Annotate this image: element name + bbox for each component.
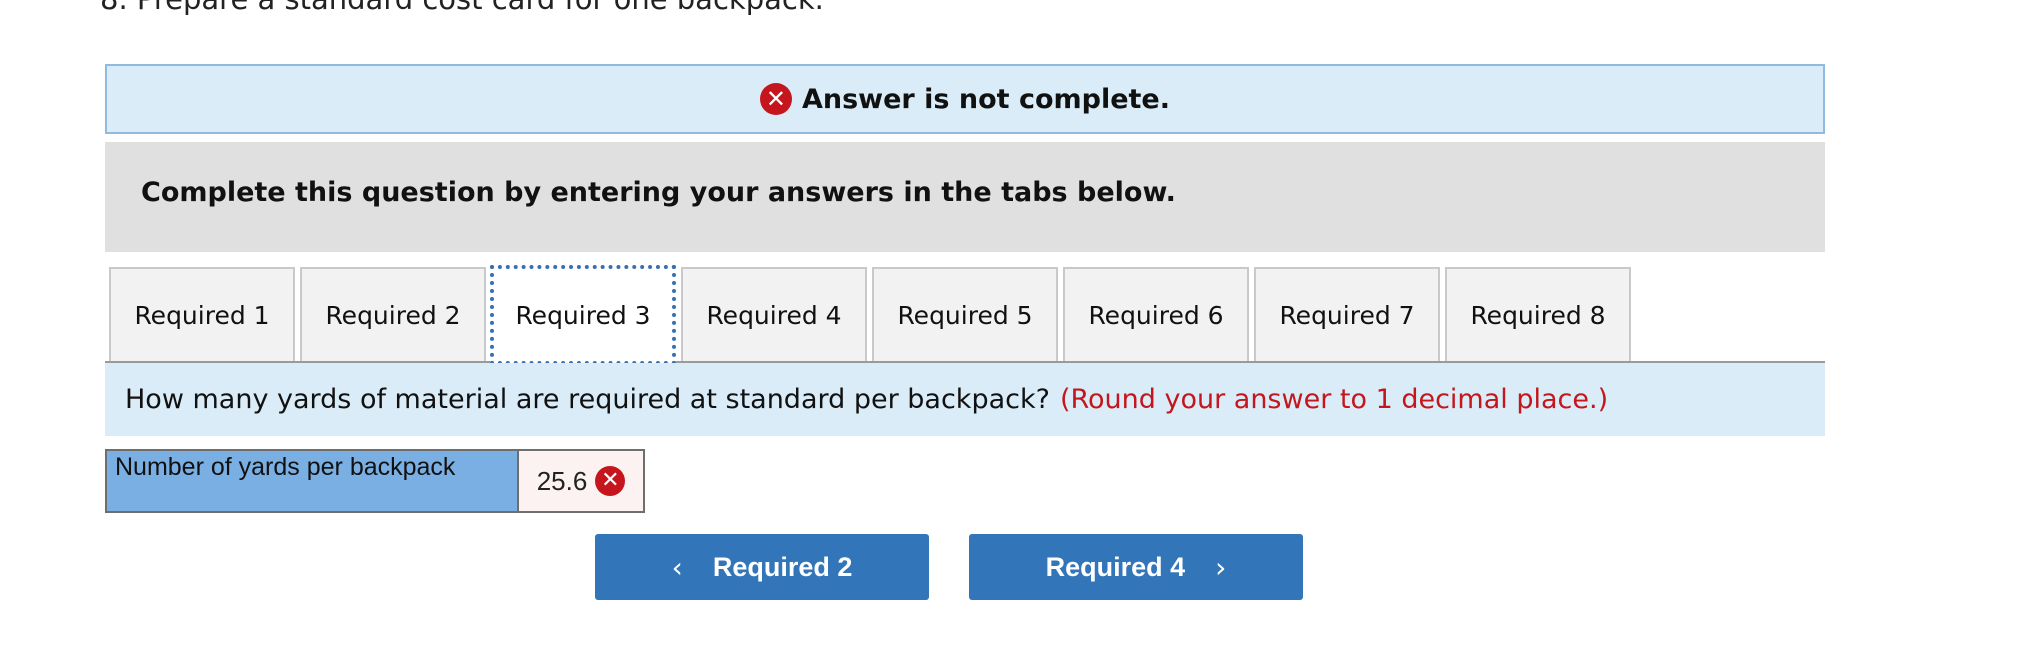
instructions-text: Complete this question by entering your … — [141, 176, 1176, 208]
answer-row-label: Number of yards per backpack — [107, 451, 519, 511]
previous-tab-button[interactable]: ‹ Required 2 — [595, 534, 929, 600]
tab-required-4[interactable]: Required 4 — [681, 267, 867, 361]
tab-required-6[interactable]: Required 6 — [1063, 267, 1249, 361]
answer-value[interactable]: 25.6 — [537, 466, 588, 497]
previous-tab-label: Required 2 — [712, 551, 853, 582]
rounding-hint: (Round your answer to 1 decimal place.) — [1059, 384, 1609, 415]
page: 8. Prepare a standard cost card for one … — [0, 0, 2022, 660]
x-circle-icon: ✕ — [595, 466, 626, 496]
answer-table: Number of yards per backpack 25.6 ✕ — [105, 449, 645, 513]
chevron-left-icon: ‹ — [671, 550, 683, 584]
prompt-text: How many yards of material are required … — [125, 384, 1050, 415]
status-banner: ✕ Answer is not complete. — [105, 64, 1825, 134]
tab-bar: Required 1 Required 2 Required 3 Require… — [105, 265, 1825, 365]
tab-required-1[interactable]: Required 1 — [109, 267, 295, 361]
answer-input[interactable]: 25.6 ✕ — [519, 451, 643, 511]
next-tab-label: Required 4 — [1045, 551, 1186, 582]
instructions-panel: Complete this question by entering your … — [105, 142, 1825, 252]
chevron-right-icon: › — [1215, 550, 1227, 584]
question-header: 8. Prepare a standard cost card for one … — [100, 0, 824, 16]
tab-required-2[interactable]: Required 2 — [300, 267, 486, 361]
tab-required-7[interactable]: Required 7 — [1254, 267, 1440, 361]
status-banner-text: Answer is not complete. — [801, 83, 1171, 115]
x-circle-icon: ✕ — [759, 83, 792, 115]
tab-required-8[interactable]: Required 8 — [1445, 267, 1631, 361]
next-tab-button[interactable]: Required 4 › — [969, 534, 1303, 600]
question-prompt: How many yards of material are required … — [105, 363, 1825, 436]
tab-required-5[interactable]: Required 5 — [872, 267, 1058, 361]
tab-required-3[interactable]: Required 3 — [490, 265, 676, 365]
